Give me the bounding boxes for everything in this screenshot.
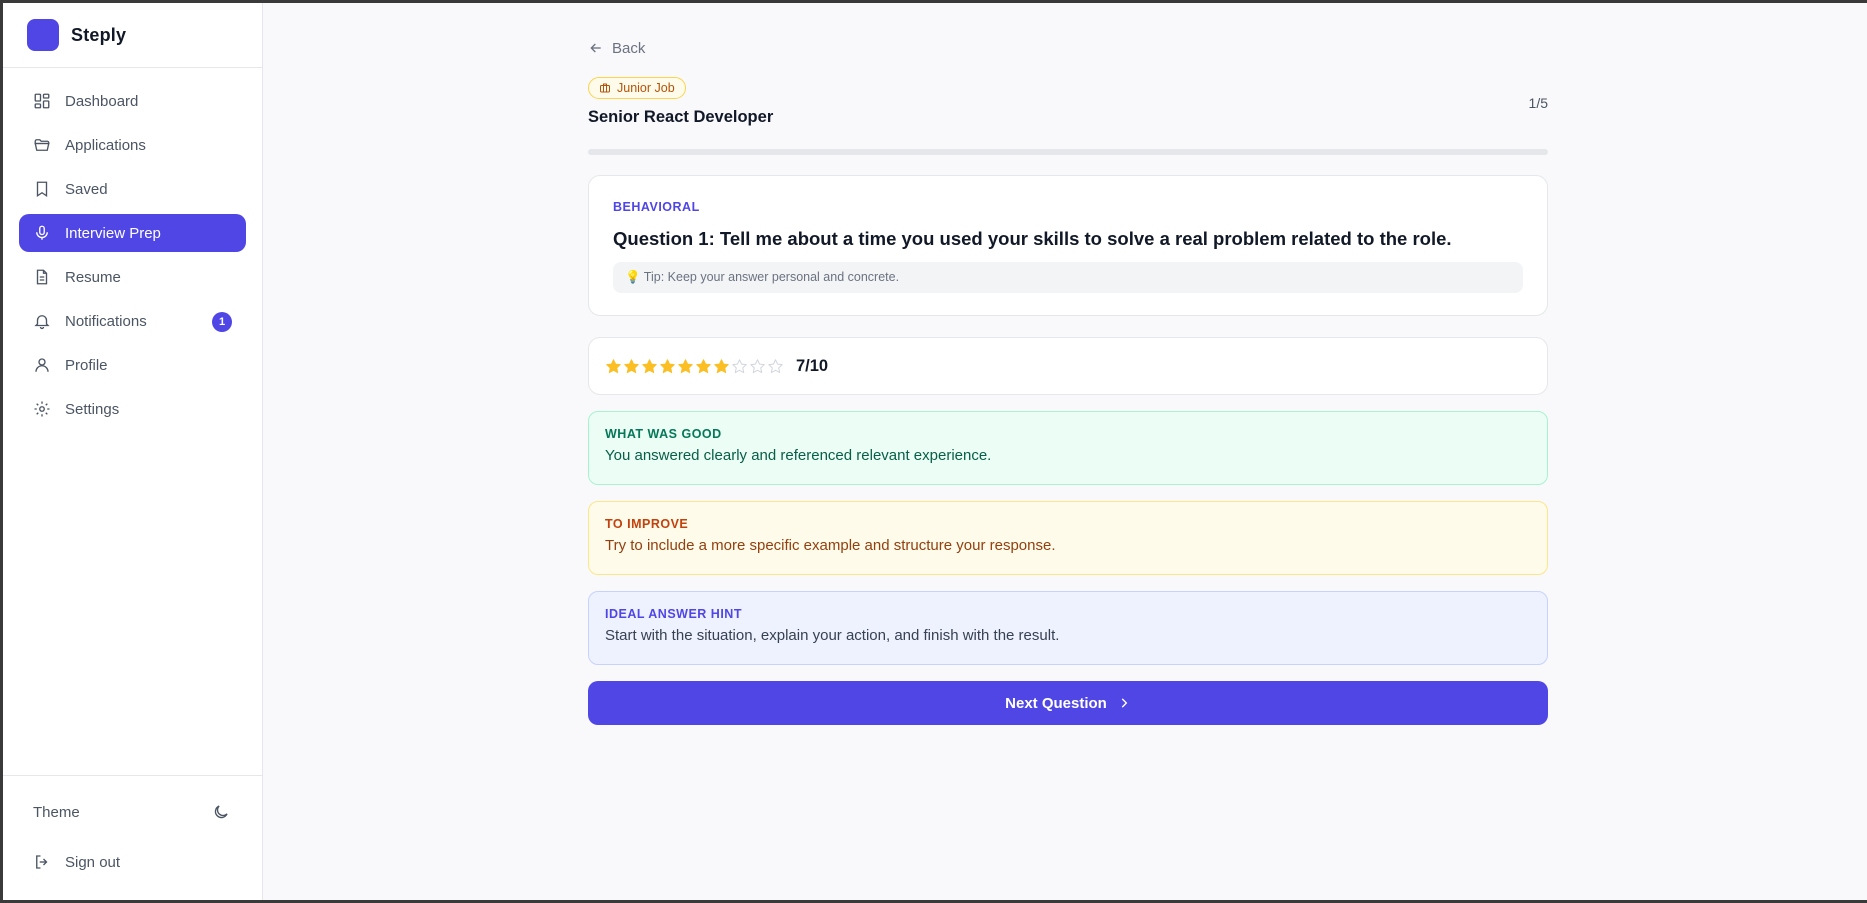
bell-icon — [34, 315, 50, 330]
feedback-hint-text: Start with the situation, explain your a… — [605, 627, 1060, 644]
progress-fill — [588, 149, 780, 155]
sidebar-item-saved[interactable]: Saved — [19, 170, 246, 208]
sidebar-item-interview-prep[interactable]: Interview Prep — [19, 214, 246, 252]
app-window: Steply Dashboard Applications Saved Inte… — [3, 3, 1867, 900]
folder-icon — [34, 139, 50, 151]
theme-label: Theme — [33, 803, 80, 821]
next-question-label: Next Question — [1005, 694, 1107, 712]
star-filled-icon — [642, 358, 657, 373]
score-value: 7/10 — [796, 356, 829, 375]
gear-icon — [34, 401, 50, 417]
score-card: 7/10 — [588, 337, 1548, 395]
sidebar-item-dashboard[interactable]: Dashboard — [19, 82, 246, 120]
star-filled-icon — [624, 358, 639, 373]
sidebar-item-notifications[interactable]: Notifications 1 — [19, 302, 246, 340]
feedback-good-title: WHAT WAS GOOD — [605, 427, 722, 441]
sign-out-label: Sign out — [65, 853, 121, 871]
back-button[interactable]: Back — [588, 37, 1548, 59]
user-icon — [35, 358, 49, 372]
main-content: Back Junior Job Senior React Developer 1… — [263, 3, 1867, 900]
feedback-good: WHAT WAS GOOD You answered clearly and r… — [588, 411, 1548, 485]
interview-feedback-panel: Back Junior Job Senior React Developer 1… — [588, 37, 1548, 725]
feedback-improve-text: Try to include a more specific example a… — [605, 537, 1056, 554]
question-tip: 💡 Tip: Keep your answer personal and con… — [613, 262, 1523, 293]
job-header: Junior Job Senior React Developer 1/5 — [588, 77, 1548, 127]
feedback-improve-title: TO IMPROVE — [605, 517, 689, 531]
job-level-tag: Junior Job — [588, 77, 686, 99]
sidebar-nav: Dashboard Applications Saved Interview P… — [3, 68, 262, 442]
sidebar-item-label: Saved — [65, 180, 108, 198]
sidebar-footer: Theme Sign out — [3, 775, 262, 900]
star-filled-icon — [696, 358, 711, 373]
moon-icon[interactable] — [212, 803, 230, 821]
bookmark-icon — [36, 181, 48, 198]
microphone-icon — [36, 225, 48, 240]
chevron-right-icon — [1121, 698, 1128, 708]
sidebar: Steply Dashboard Applications Saved Inte… — [3, 3, 263, 900]
brand-logo — [27, 19, 59, 51]
sidebar-item-label: Notifications — [65, 312, 147, 330]
brand[interactable]: Steply — [3, 3, 262, 68]
sign-out-icon — [36, 855, 48, 869]
feedback-good-text: You answered clearly and referenced rele… — [605, 447, 992, 464]
question-counter: 1/5 — [1528, 95, 1548, 111]
job-level-label: Junior Job — [617, 81, 675, 95]
sign-out-button[interactable]: Sign out — [19, 842, 246, 882]
star-empty-icon — [732, 358, 747, 373]
job-title: Senior React Developer — [588, 108, 774, 126]
sidebar-item-label: Applications — [65, 136, 146, 154]
progress-bar — [588, 149, 1548, 155]
dashboard-icon — [34, 93, 50, 109]
star-rating — [605, 358, 784, 375]
feedback-hint: IDEAL ANSWER HINT Start with the situati… — [588, 591, 1548, 665]
sidebar-item-resume[interactable]: Resume — [19, 258, 246, 296]
star-empty-icon — [768, 358, 783, 373]
notification-badge: 1 — [212, 312, 232, 332]
feedback-hint-title: IDEAL ANSWER HINT — [605, 607, 742, 621]
sidebar-item-label: Settings — [65, 400, 120, 418]
star-filled-icon — [606, 358, 621, 373]
back-label: Back — [612, 39, 646, 57]
sidebar-item-label: Resume — [65, 268, 121, 286]
star-filled-icon — [678, 358, 693, 373]
question-card: BEHAVIORAL Question 1: Tell me about a t… — [588, 175, 1548, 316]
star-empty-icon — [750, 358, 765, 373]
briefcase-icon — [600, 83, 610, 93]
theme-toggle[interactable]: Theme — [19, 792, 246, 832]
arrow-left-icon — [590, 43, 601, 53]
star-filled-icon — [714, 358, 729, 373]
brand-name: Steply — [71, 24, 127, 45]
sidebar-item-applications[interactable]: Applications — [19, 126, 246, 164]
question-text: Question 1: Tell me about a time you use… — [613, 228, 1452, 249]
sidebar-item-label: Profile — [65, 356, 108, 374]
star-filled-icon — [660, 358, 675, 373]
sidebar-item-label: Dashboard — [65, 92, 139, 110]
next-question-button[interactable]: Next Question — [588, 681, 1548, 725]
question-category: BEHAVIORAL — [613, 200, 700, 214]
document-icon — [36, 269, 48, 285]
feedback-improve: TO IMPROVE Try to include a more specifi… — [588, 501, 1548, 575]
sidebar-item-label: Interview Prep — [65, 224, 161, 242]
sidebar-item-profile[interactable]: Profile — [19, 346, 246, 384]
sidebar-item-settings[interactable]: Settings — [19, 390, 246, 428]
